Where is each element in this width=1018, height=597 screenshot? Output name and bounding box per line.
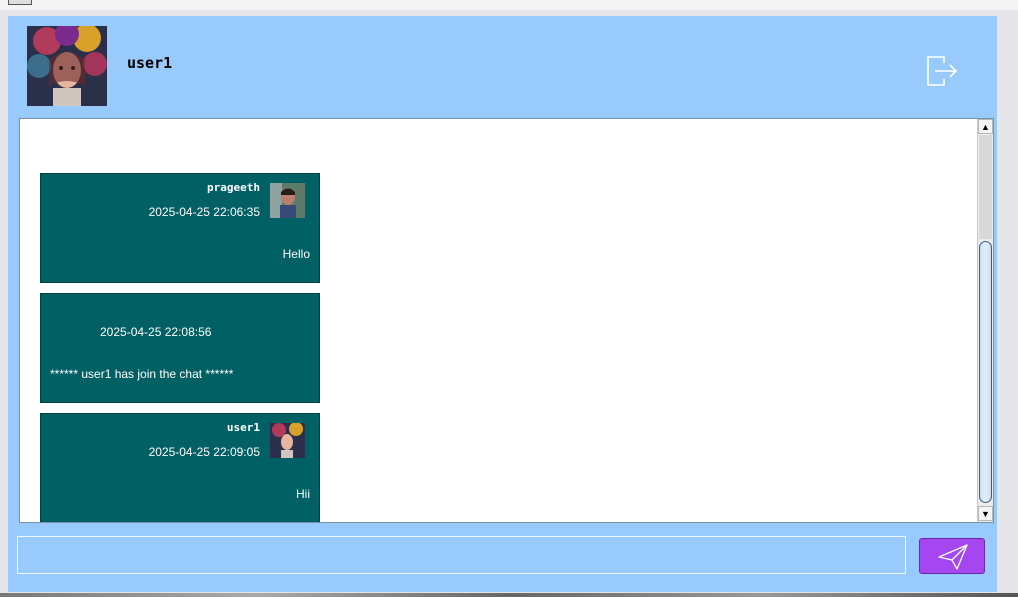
- sender-avatar: [270, 183, 305, 218]
- header-username: user1: [127, 54, 173, 72]
- window-top-strip: [0, 0, 1018, 10]
- scroll-thumb[interactable]: [979, 241, 992, 503]
- message-timestamp: 2025-04-25 22:09:05: [148, 445, 260, 459]
- message-timestamp: 2025-04-25 22:06:35: [148, 205, 260, 219]
- taskbar-strip: [0, 593, 1018, 597]
- message-timestamp: 2025-04-25 22:08:56: [100, 325, 212, 339]
- user-avatar: [27, 26, 107, 106]
- message-scrollbar[interactable]: ▲ ▼: [977, 119, 993, 522]
- window-control-icon: [8, 0, 32, 5]
- chat-header: user1: [8, 16, 997, 116]
- message-sender: user1: [226, 421, 260, 434]
- message-bubble: prageeth 2025-04-25 22:06:35 Hello: [40, 173, 320, 283]
- sender-avatar: [270, 423, 305, 458]
- chat-window: user1 prageeth 2025-04-25 22:06:35 Hello…: [8, 16, 997, 592]
- message-bubble: 2025-04-25 22:08:56 ****** user1 has joi…: [40, 293, 320, 403]
- message-sender: prageeth: [207, 181, 260, 194]
- scroll-down-icon[interactable]: ▼: [978, 506, 993, 521]
- message-bubble: user1 2025-04-25 22:09:05 Hii: [40, 413, 320, 522]
- message-text: ****** user1 has join the chat ******: [50, 367, 234, 381]
- scroll-up-icon[interactable]: ▲: [978, 119, 993, 134]
- logout-icon[interactable]: [922, 54, 962, 88]
- scroll-track[interactable]: [979, 135, 992, 239]
- send-button[interactable]: [919, 538, 985, 574]
- message-text: Hii: [296, 487, 310, 501]
- message-input[interactable]: [17, 536, 906, 574]
- message-text: Hello: [282, 247, 310, 261]
- message-list[interactable]: prageeth 2025-04-25 22:06:35 Hello 2025-…: [19, 118, 994, 523]
- paper-plane-icon: [938, 544, 968, 570]
